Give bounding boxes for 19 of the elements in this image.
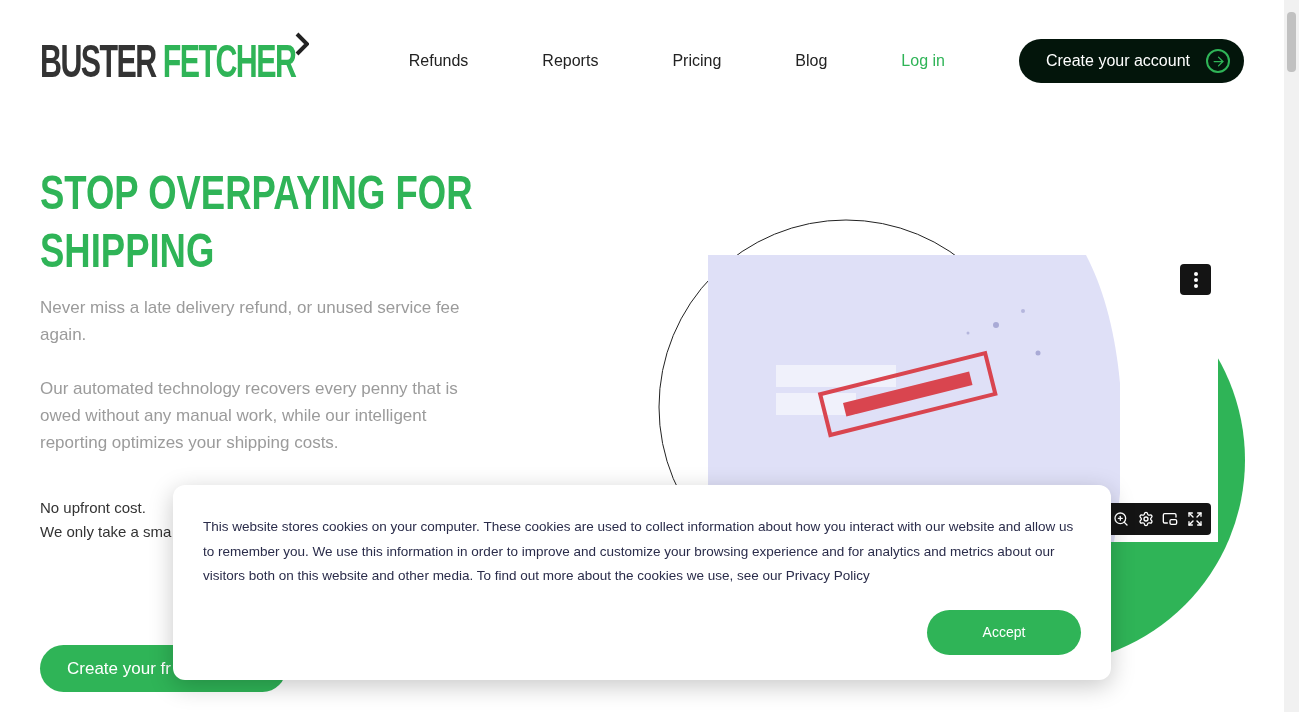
logo-text[interactable]: BUSTERFETCHER xyxy=(40,38,296,84)
nav-link[interactable]: Refunds xyxy=(408,49,469,73)
nav-link[interactable]: Blog xyxy=(795,49,828,73)
nav-link[interactable]: Pricing xyxy=(672,49,722,73)
create-account-button[interactable]: Create your account xyxy=(1018,39,1244,83)
menu-button[interactable] xyxy=(1180,264,1211,295)
nav-link[interactable]: Reports xyxy=(542,49,599,73)
picture-in-picture-icon[interactable] xyxy=(1162,511,1179,527)
hero-paragraph: Never miss a late delivery refund, or unused service fee again. xyxy=(40,297,461,346)
fullscreen-icon[interactable] xyxy=(1186,511,1203,527)
cookie-text: This website stores cookies on your computer. These cookies are used to collect information about how you interact with our website and allow us to remember you. We use this information in order to improve and customize your browsing experience and for analytics and metrics about our visitors both on this website and other media. To find out more about the cookies we use, see our Privacy Policy xyxy=(203,518,1075,585)
note-text: No upfront cost. xyxy=(40,498,146,518)
settings-icon[interactable] xyxy=(1137,511,1154,527)
more-icon xyxy=(1193,271,1198,288)
chevron-icon xyxy=(295,32,309,56)
hero-paragraph: Our automated technology recovers every penny that is owed without any manual work, while our intelligent reporting optimizes your shipping costs. xyxy=(40,378,459,454)
note-text: We only take a sma xyxy=(40,522,172,542)
zoom-icon[interactable] xyxy=(1113,511,1130,527)
hero-heading: STOP OVERPAYING FOR SHIPPING xyxy=(40,165,474,279)
